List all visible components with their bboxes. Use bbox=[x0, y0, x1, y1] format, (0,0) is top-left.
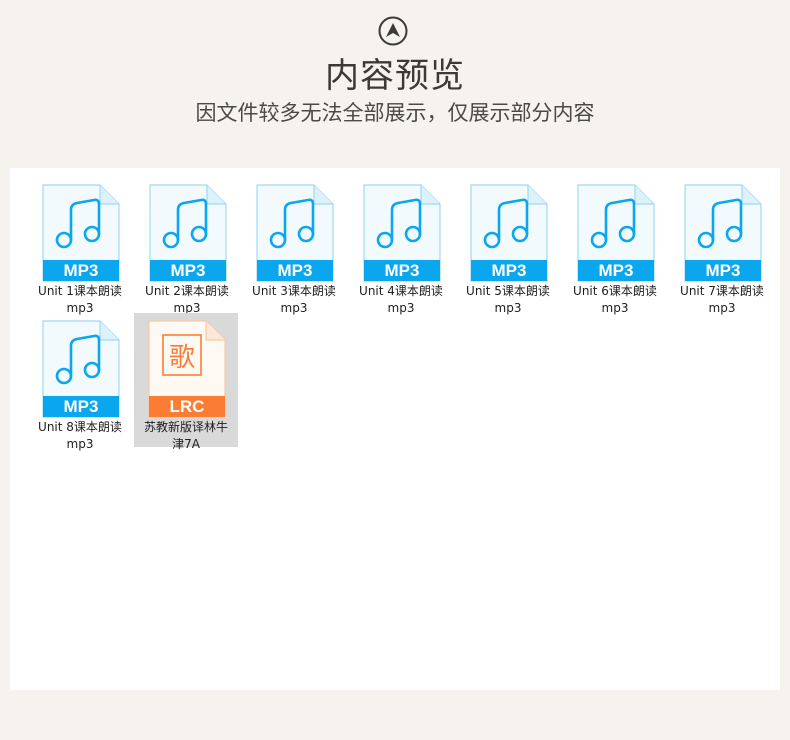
file-type-label: MP3 bbox=[598, 261, 634, 280]
page-title: 内容预览 bbox=[325, 56, 465, 96]
file-item-mp3[interactable]: MP3 Unit 7课本朗读 mp3 bbox=[670, 174, 774, 315]
file-type-label: MP3 bbox=[384, 261, 420, 280]
file-item-mp3[interactable]: MP3 Unit 6课本朗读 mp3 bbox=[563, 174, 667, 315]
file-name: Unit 6课本朗读 mp3 bbox=[573, 284, 657, 315]
file-preview-panel: MP3 Unit 1课本朗读 mp3 MP3 Unit 2课本朗读 mp3 MP… bbox=[10, 168, 780, 690]
file-item-lrc[interactable]: 歌 LRC 苏教新版译林牛 津7A bbox=[134, 313, 238, 451]
file-type-label: MP3 bbox=[277, 261, 313, 280]
file-name: Unit 5课本朗读 mp3 bbox=[466, 284, 550, 315]
lyric-glyph: 歌 bbox=[168, 343, 195, 373]
file-name: Unit 8课本朗读 mp3 bbox=[38, 420, 122, 451]
file-item-mp3[interactable]: MP3 Unit 2课本朗读 mp3 bbox=[135, 174, 239, 315]
file-item-mp3[interactable]: MP3 Unit 1课本朗读 mp3 bbox=[28, 174, 132, 315]
page-subtitle: 因文件较多无法全部展示，仅展示部分内容 bbox=[195, 101, 595, 125]
file-type-label: MP3 bbox=[705, 261, 741, 280]
file-item-mp3[interactable]: MP3 Unit 8课本朗读 mp3 bbox=[28, 310, 132, 451]
preview-header: 内容预览 因文件较多无法全部展示，仅展示部分内容 bbox=[0, 0, 790, 168]
file-name: Unit 4课本朗读 mp3 bbox=[359, 284, 443, 315]
file-name: Unit 7课本朗读 mp3 bbox=[680, 284, 764, 315]
file-type-label: MP3 bbox=[63, 397, 99, 416]
file-item-mp3[interactable]: MP3 Unit 4课本朗读 mp3 bbox=[349, 174, 453, 315]
up-arrow-circle-icon[interactable] bbox=[378, 16, 408, 46]
file-name: Unit 3课本朗读 mp3 bbox=[252, 284, 336, 315]
file-type-label: LRC bbox=[169, 397, 205, 416]
file-type-label: MP3 bbox=[170, 261, 206, 280]
file-item-mp3[interactable]: MP3 Unit 5课本朗读 mp3 bbox=[456, 174, 560, 315]
file-type-label: MP3 bbox=[63, 261, 99, 280]
file-type-label: MP3 bbox=[491, 261, 527, 280]
file-item-mp3[interactable]: MP3 Unit 3课本朗读 mp3 bbox=[242, 174, 346, 315]
file-name: Unit 2课本朗读 mp3 bbox=[145, 284, 229, 315]
file-name: 苏教新版译林牛 津7A bbox=[143, 420, 228, 451]
